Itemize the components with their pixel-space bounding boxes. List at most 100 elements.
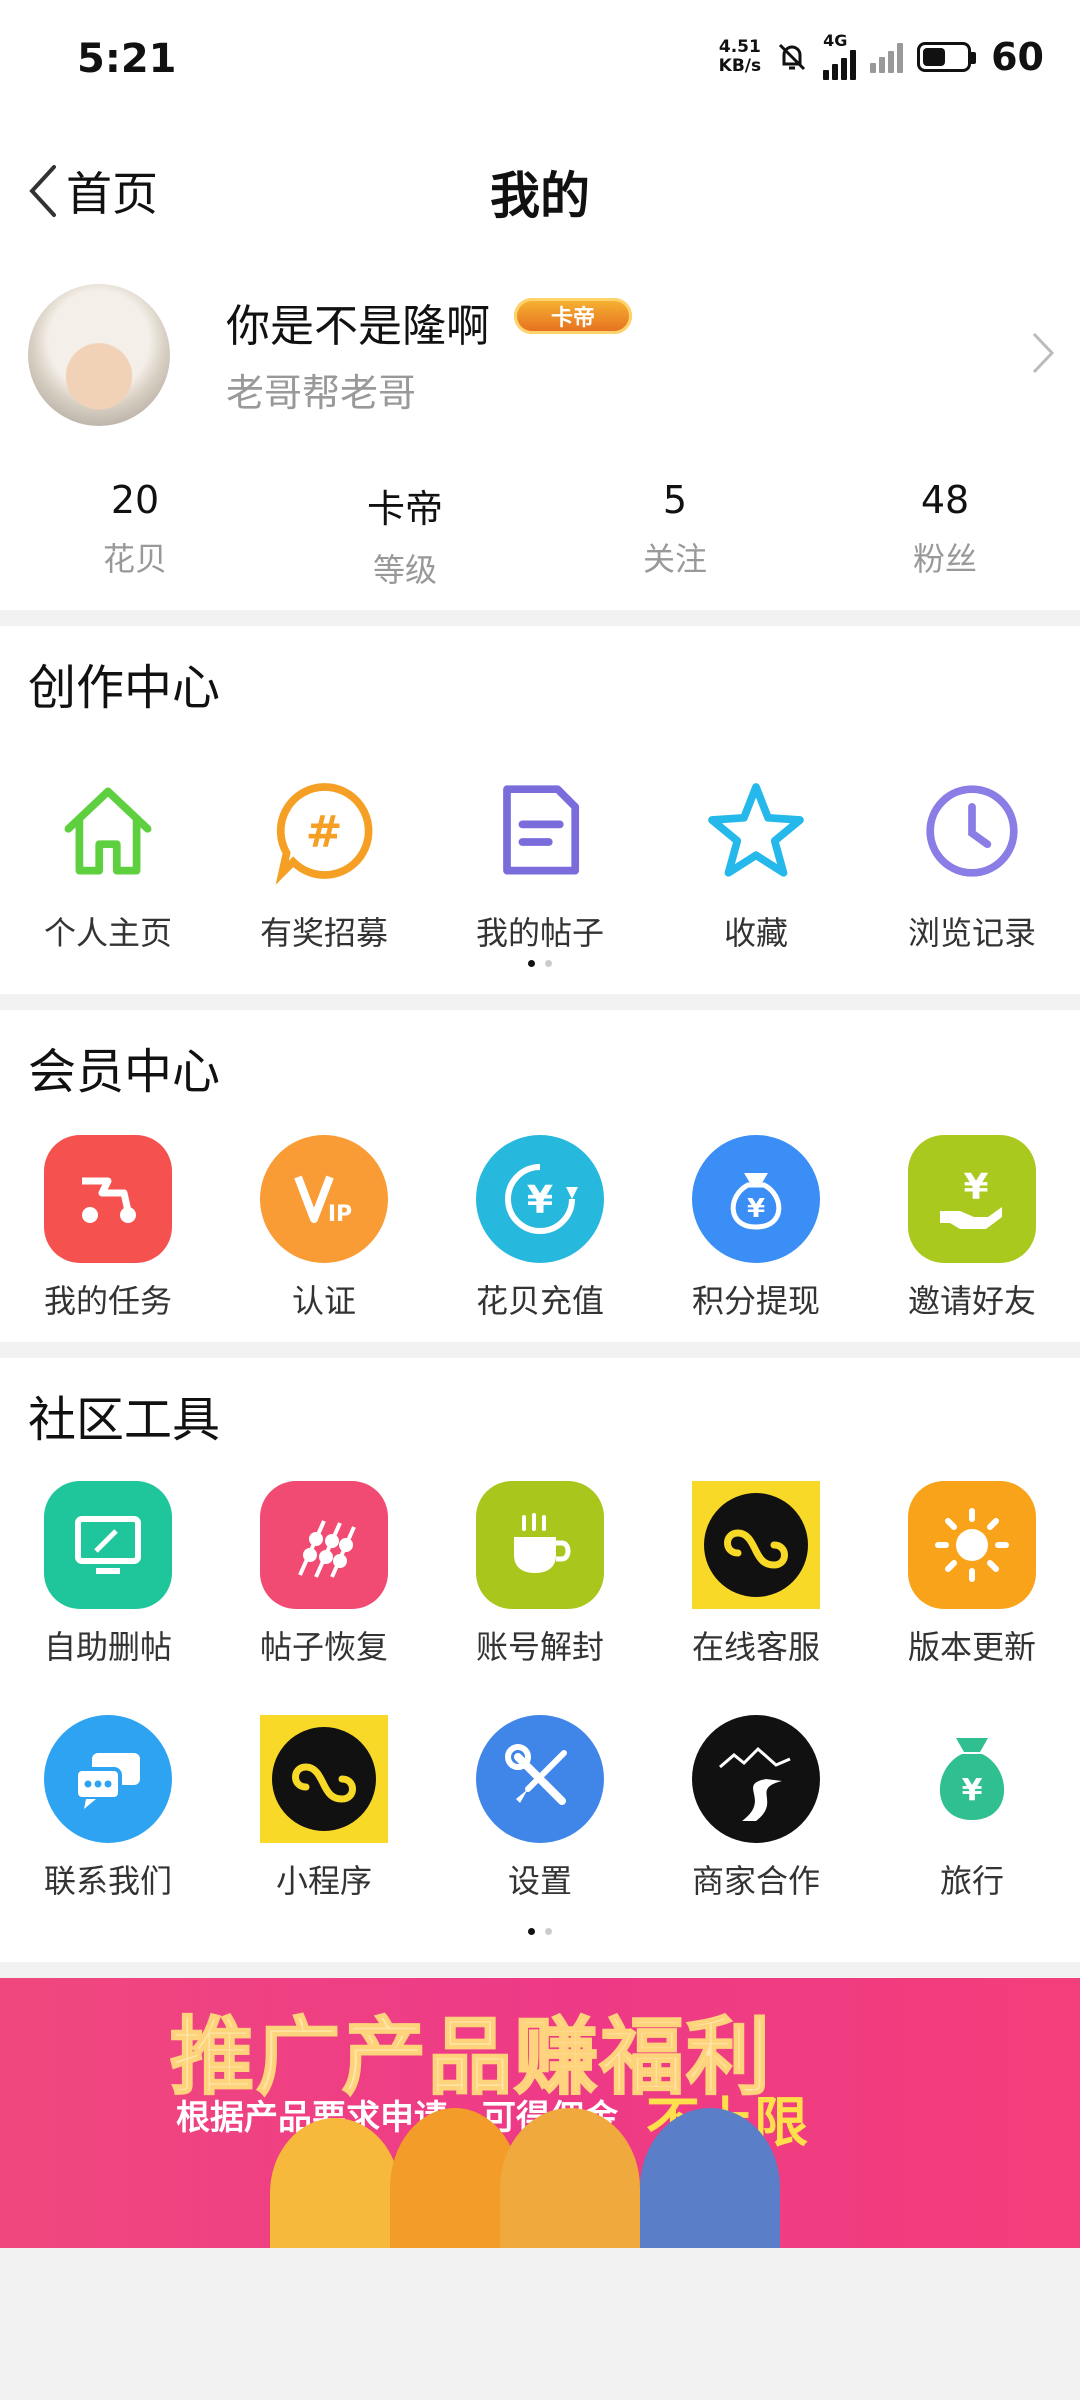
page-title: 我的 <box>490 167 590 225</box>
grid-item-history[interactable]: 浏览记录 <box>864 766 1080 954</box>
stat-level[interactable]: 卡帝 等级 <box>270 478 540 591</box>
grid-item-my-tasks[interactable]: 我的任务 <box>0 1134 216 1322</box>
svg-text:¥: ¥ <box>747 1194 765 1224</box>
hashtag-icon: # <box>259 766 389 896</box>
grid-item-label: 设置 <box>507 1862 572 1900</box>
grid-item-rewards-recruit[interactable]: # 有奖招募 <box>216 766 432 954</box>
user-subtitle: 老哥帮老哥 <box>226 371 417 415</box>
signal-secondary-icon <box>870 41 904 73</box>
grid-item-label: 小程序 <box>275 1862 372 1900</box>
svg-text:¥: ¥ <box>962 1773 983 1808</box>
member-center-section: 会员中心 我的任务 IP 认证 ¥ 花贝充值 ¥ 积分提现 ¥ 邀请好友 <box>0 1010 1080 1342</box>
grid-item-label: 商家合作 <box>691 1862 820 1900</box>
grid-item-invite-friends[interactable]: ¥ 邀请好友 <box>864 1134 1080 1322</box>
grid-item-label: 浏览记录 <box>907 914 1036 952</box>
grid-item-label: 积分提现 <box>691 1282 820 1320</box>
community-tools-section: 社区工具 自助删帖 帖子恢复 账号解封 在线客服 版本更新 联系我们 小程序 设… <box>0 1358 1080 1962</box>
grid-item-label: 在线客服 <box>691 1628 820 1666</box>
grid-item-label: 自助删帖 <box>43 1628 172 1666</box>
hand-yuan-icon: ¥ <box>908 1135 1036 1263</box>
grid-item-verification[interactable]: IP 认证 <box>216 1134 432 1322</box>
grid-item-post-restore[interactable]: 帖子恢复 <box>216 1480 432 1668</box>
grid-item-label: 账号解封 <box>475 1628 604 1666</box>
svg-text:¥: ¥ <box>527 1178 553 1222</box>
svg-text:¥: ¥ <box>963 1167 988 1208</box>
document-icon <box>475 766 605 896</box>
clock-icon <box>907 766 1037 896</box>
username: 你是不是隆啊 <box>226 301 490 352</box>
chevron-right-icon <box>1032 332 1055 374</box>
profile-card[interactable]: 你是不是隆啊 卡帝 老哥帮老哥 20 花贝 卡帝 等级 5 关注 48 粉丝 <box>0 260 1080 610</box>
battery-icon <box>917 42 977 72</box>
grid-item-version-update[interactable]: 版本更新 <box>864 1480 1080 1668</box>
status-time: 5:21 <box>77 36 177 82</box>
stat-value: 48 <box>920 478 970 522</box>
battery-level: 60 <box>991 35 1044 79</box>
stat-followers[interactable]: 48 粉丝 <box>810 478 1080 591</box>
grid-item-mini-program[interactable]: 小程序 <box>216 1714 432 1902</box>
wrench-screwdriver-icon <box>476 1715 604 1843</box>
stat-huabei[interactable]: 20 花贝 <box>0 478 270 591</box>
profile-stats: 20 花贝 卡帝 等级 5 关注 48 粉丝 <box>0 478 1080 591</box>
star-icon <box>691 766 821 896</box>
coffee-cup-icon <box>476 1481 604 1609</box>
skewer-icon <box>260 1481 388 1609</box>
grid-item-label: 有奖招募 <box>259 914 388 952</box>
grid-item-travel[interactable]: ¥ 旅行 <box>864 1714 1080 1902</box>
stat-label: 粉丝 <box>912 540 977 578</box>
signal-4g-icon: 4G <box>823 31 857 80</box>
grid-item-label: 我的任务 <box>43 1282 172 1320</box>
grid-item-label: 版本更新 <box>907 1628 1036 1666</box>
mini-program-icon <box>260 1715 388 1843</box>
grid-item-label: 收藏 <box>723 914 788 952</box>
page-indicator <box>0 1928 1080 1935</box>
grid-item-merchant-coop[interactable]: 商家合作 <box>648 1714 864 1902</box>
yuan-refresh-icon: ¥ <box>476 1135 604 1263</box>
section-title: 创作中心 <box>28 660 221 716</box>
stat-value: 卡帝 <box>366 487 443 531</box>
grid-item-label: 花贝充值 <box>475 1282 604 1320</box>
grid-item-label: 帖子恢复 <box>259 1628 388 1666</box>
status-bar: 5:21 4.51 KB/s 4G 60 <box>0 0 1080 120</box>
grid-item-label: 联系我们 <box>43 1862 172 1900</box>
grid-item-my-posts[interactable]: 我的帖子 <box>432 766 648 954</box>
vip-icon: IP <box>260 1135 388 1263</box>
grid-item-label: 邀请好友 <box>907 1282 1036 1320</box>
grid-item-favorites[interactable]: 收藏 <box>648 766 864 954</box>
network-type: 4G <box>823 31 848 50</box>
stat-value: 20 <box>110 478 160 522</box>
monitor-edit-icon <box>44 1481 172 1609</box>
section-title: 社区工具 <box>28 1392 221 1448</box>
level-badge: 卡帝 <box>514 298 632 334</box>
stat-label: 花贝 <box>102 540 167 578</box>
grid-item-contact-us[interactable]: 联系我们 <box>0 1714 216 1902</box>
stat-label: 关注 <box>642 540 707 578</box>
mini-program-icon <box>692 1481 820 1609</box>
stat-value: 5 <box>662 478 688 522</box>
money-bag-icon: ¥ <box>907 1714 1037 1844</box>
promo-banner[interactable]: 推广产品赚福利 根据产品要求申请，可得佣金 不上限 <box>0 1978 1080 2248</box>
creation-center-section: 创作中心 个人主页 # 有奖招募 我的帖子 收藏 浏览记录 <box>0 626 1080 994</box>
page-indicator <box>0 960 1080 967</box>
app-header: 首页 我的 <box>0 120 1080 260</box>
status-icons: 4.51 KB/s 4G 60 <box>718 31 1044 80</box>
grid-item-points-withdraw[interactable]: ¥ 积分提现 <box>648 1134 864 1322</box>
grid-item-personal-home[interactable]: 个人主页 <box>0 766 216 954</box>
avatar[interactable] <box>28 284 170 426</box>
network-speed: 4.51 KB/s <box>718 37 762 76</box>
bell-muted-icon <box>779 43 806 71</box>
grid-item-label: 认证 <box>291 1282 356 1320</box>
grid-item-label: 个人主页 <box>43 914 172 952</box>
stat-label: 等级 <box>372 551 437 589</box>
grid-item-online-service[interactable]: 在线客服 <box>648 1480 864 1668</box>
grid-item-self-delete[interactable]: 自助删帖 <box>0 1480 216 1668</box>
grid-item-settings[interactable]: 设置 <box>432 1714 648 1902</box>
sun-icon <box>908 1481 1036 1609</box>
svg-text:#: # <box>306 806 343 857</box>
grid-item-label: 我的帖子 <box>475 914 604 952</box>
grid-item-recharge[interactable]: ¥ 花贝充值 <box>432 1134 648 1322</box>
grid-item-label: 旅行 <box>939 1862 1004 1900</box>
svg-text:IP: IP <box>328 1202 352 1227</box>
grid-item-account-unban[interactable]: 账号解封 <box>432 1480 648 1668</box>
stat-following[interactable]: 5 关注 <box>540 478 810 591</box>
